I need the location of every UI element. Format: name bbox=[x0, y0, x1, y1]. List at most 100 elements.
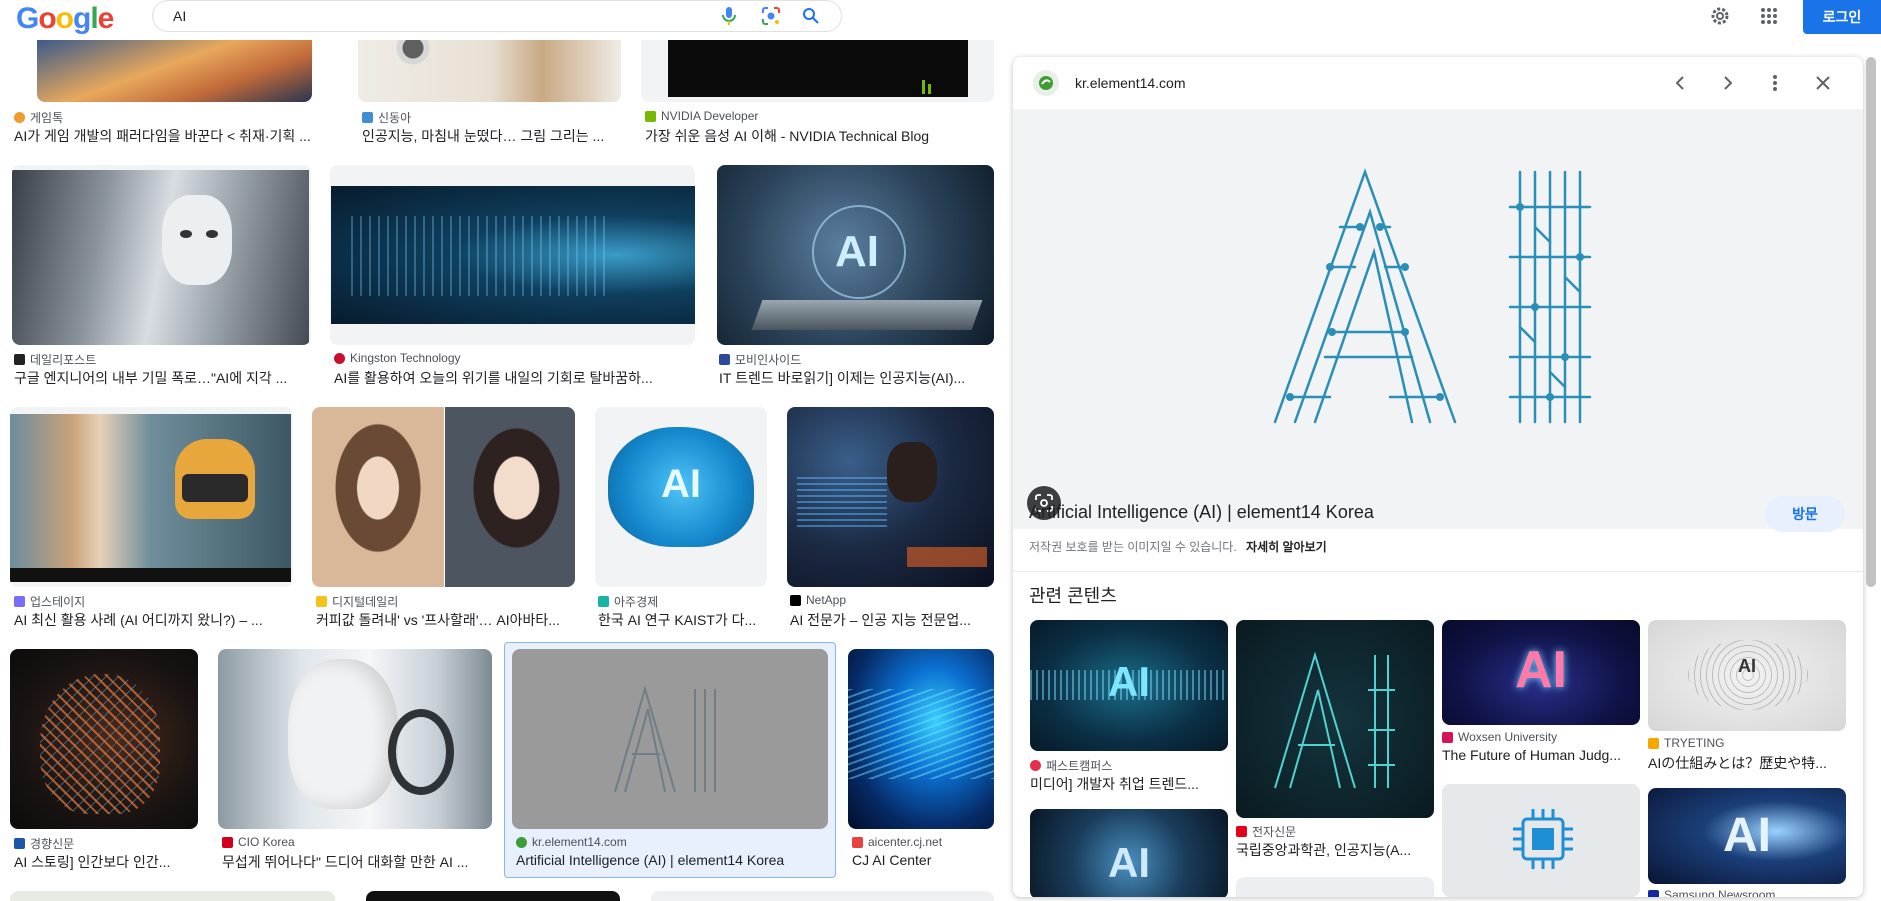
favicon-icon bbox=[1648, 737, 1659, 749]
waveform-bar bbox=[928, 84, 931, 94]
image-caption[interactable]: 무섭게 뛰어나다" 드디어 대화할 만한 AI ... bbox=[222, 852, 494, 872]
circuit-ai-graphic bbox=[1273, 168, 1592, 424]
image-tile-partial[interactable] bbox=[366, 891, 620, 901]
related-image-chip[interactable] bbox=[1442, 784, 1640, 897]
search-input[interactable]: AI bbox=[173, 8, 186, 24]
image-caption[interactable]: 가장 쉬운 음성 AI 이해 - NVIDIA Technical Blog bbox=[645, 126, 995, 146]
image-tile-netapp[interactable] bbox=[787, 407, 994, 587]
keyboard-glow bbox=[907, 547, 987, 567]
image-caption[interactable]: Artificial Intelligence (AI) | element14… bbox=[516, 852, 832, 868]
related-source: Woxsen University bbox=[1442, 730, 1642, 744]
related-caption[interactable]: 미디어] 개발자 취업 트렌드... bbox=[1030, 774, 1230, 794]
image-tile-element14[interactable] bbox=[512, 649, 828, 829]
lens-icon[interactable] bbox=[759, 4, 783, 28]
learn-more-link[interactable]: 자세히 알아보기 bbox=[1246, 540, 1327, 554]
favicon-icon bbox=[1648, 889, 1659, 897]
related-image-etnews[interactable] bbox=[1236, 620, 1434, 818]
visit-button[interactable]: 방문 bbox=[1765, 496, 1845, 532]
search-icon[interactable] bbox=[799, 4, 823, 28]
image-source: 아주경제 bbox=[598, 593, 768, 610]
microphone-icon[interactable] bbox=[717, 4, 741, 28]
image-tile-head-circuit[interactable] bbox=[10, 649, 198, 829]
image-source: NetApp bbox=[790, 593, 995, 607]
related-ai-text: AI bbox=[1108, 839, 1150, 886]
image-tile-game[interactable] bbox=[37, 40, 312, 102]
image-caption[interactable]: 커피값 돌려내' vs '프사할래'… AI아바타... bbox=[316, 610, 578, 630]
preview-image[interactable] bbox=[1013, 109, 1863, 529]
brain-ai-text: AI bbox=[661, 462, 701, 506]
image-tile-nvidia[interactable] bbox=[641, 40, 994, 102]
apps-grid-icon[interactable] bbox=[1757, 4, 1781, 28]
image-caption[interactable]: AI 스토링] 인간보다 인간... bbox=[14, 852, 204, 872]
logo-letter-o1: o bbox=[38, 2, 56, 35]
related-source: 전자신문 bbox=[1236, 823, 1436, 840]
image-tile-robot-hand[interactable] bbox=[358, 40, 621, 102]
image-source: Kingston Technology bbox=[334, 351, 694, 365]
image-tile-ai-avatar[interactable] bbox=[312, 407, 575, 587]
image-source: 디지털데일리 bbox=[316, 593, 578, 610]
humanoid-image bbox=[12, 170, 309, 345]
image-source: aicenter.cj.net bbox=[852, 835, 997, 849]
site-domain-link[interactable]: kr.element14.com bbox=[1075, 75, 1186, 91]
image-tile-partial[interactable] bbox=[651, 891, 994, 901]
image-caption[interactable]: 인공지능, 마침내 눈떴다… 그림 그리는 ... bbox=[362, 126, 622, 146]
image-caption[interactable]: AI 최신 활용 사례 (AI 어디까지 왔니?) – ... bbox=[14, 610, 299, 630]
image-tile-headset-robot[interactable] bbox=[218, 649, 492, 829]
image-caption[interactable]: 구글 엔지니어의 내부 기밀 폭로…"AI에 지각 ... bbox=[14, 368, 314, 388]
image-caption[interactable]: AI가 게임 개발의 패러다임을 바꾼다 < 취재·기획 ... bbox=[14, 126, 334, 146]
favicon-icon bbox=[598, 596, 609, 607]
related-caption[interactable]: 국립중앙과학관, 인공지능(A... bbox=[1236, 840, 1436, 860]
related-image-partial[interactable]: AI bbox=[1030, 809, 1228, 897]
panel-scrollbar[interactable] bbox=[1866, 57, 1876, 587]
image-preview-panel: kr.element14.com Artificial Intelligence… bbox=[1013, 57, 1863, 897]
logo-letter-o2: o bbox=[55, 2, 74, 35]
close-icon[interactable] bbox=[1811, 71, 1835, 95]
related-image-fastcampus[interactable]: AI bbox=[1030, 620, 1228, 751]
robot-eye bbox=[180, 230, 192, 238]
image-tile-ai-brain[interactable]: AI bbox=[595, 407, 767, 587]
preview-title[interactable]: Artificial Intelligence (AI) | element14… bbox=[1029, 502, 1374, 523]
related-source: TRYETING bbox=[1648, 736, 1848, 750]
related-image-woxsen[interactable]: AI bbox=[1442, 620, 1640, 725]
image-caption[interactable]: 한국 AI 연구 KAIST가 다... bbox=[598, 610, 768, 630]
related-image-tryeting[interactable]: AI bbox=[1648, 620, 1846, 731]
image-caption[interactable]: AI 전문가 – 인공 지능 전문업... bbox=[790, 610, 995, 630]
image-tile-woman-robot[interactable] bbox=[10, 407, 293, 587]
search-box[interactable]: AI bbox=[152, 0, 842, 32]
related-ai-text: AI bbox=[1723, 809, 1771, 862]
robot-face bbox=[288, 659, 398, 809]
image-source: CIO Korea bbox=[222, 835, 494, 849]
nvidia-image bbox=[668, 40, 968, 97]
avatar-right-image bbox=[445, 407, 575, 587]
settings-gear-icon[interactable] bbox=[1708, 4, 1732, 28]
image-source: 게임톡 bbox=[14, 109, 334, 126]
headset-icon bbox=[388, 709, 454, 795]
image-source: kr.element14.com bbox=[516, 835, 832, 849]
laptop-keyboard bbox=[751, 300, 983, 330]
image-caption[interactable]: IT 트렌드 바로읽기] 이제는 인공지능(AI)... bbox=[719, 368, 994, 388]
logo-letter-l: l bbox=[90, 2, 98, 35]
related-image-partial[interactable] bbox=[1236, 877, 1434, 897]
related-caption[interactable]: AIの仕組みとは？歴史や特... bbox=[1648, 753, 1848, 773]
image-caption[interactable]: AI를 활용하여 오늘의 위기를 내일의 기회로 탈바꿈하... bbox=[334, 368, 694, 388]
related-ai-text: AI bbox=[1108, 658, 1150, 705]
image-tile-humanoid[interactable] bbox=[12, 165, 311, 345]
login-button[interactable]: 로그인 bbox=[1803, 0, 1881, 34]
google-logo[interactable]: Google bbox=[16, 2, 114, 36]
image-caption[interactable]: CJ AI Center bbox=[852, 852, 997, 868]
previous-chevron-icon[interactable] bbox=[1668, 71, 1692, 95]
next-chevron-icon[interactable] bbox=[1716, 71, 1740, 95]
image-tile-laptop-ai[interactable]: AI bbox=[717, 165, 994, 345]
more-options-icon[interactable] bbox=[1763, 71, 1787, 95]
image-source: NVIDIA Developer bbox=[645, 109, 995, 123]
image-tile-kingston[interactable] bbox=[330, 165, 695, 345]
related-image-samsung[interactable]: AI bbox=[1648, 788, 1846, 884]
favicon-icon bbox=[719, 354, 730, 365]
favicon-icon bbox=[14, 354, 25, 365]
image-source: 업스테이지 bbox=[14, 593, 299, 610]
ai-hologram-text: AI bbox=[835, 227, 879, 276]
related-caption[interactable]: The Future of Human Judg... bbox=[1442, 747, 1642, 763]
image-tile-cj-wave[interactable] bbox=[848, 649, 994, 829]
image-tile-partial[interactable] bbox=[10, 891, 335, 901]
circuit-ai-graphic bbox=[1274, 651, 1395, 789]
